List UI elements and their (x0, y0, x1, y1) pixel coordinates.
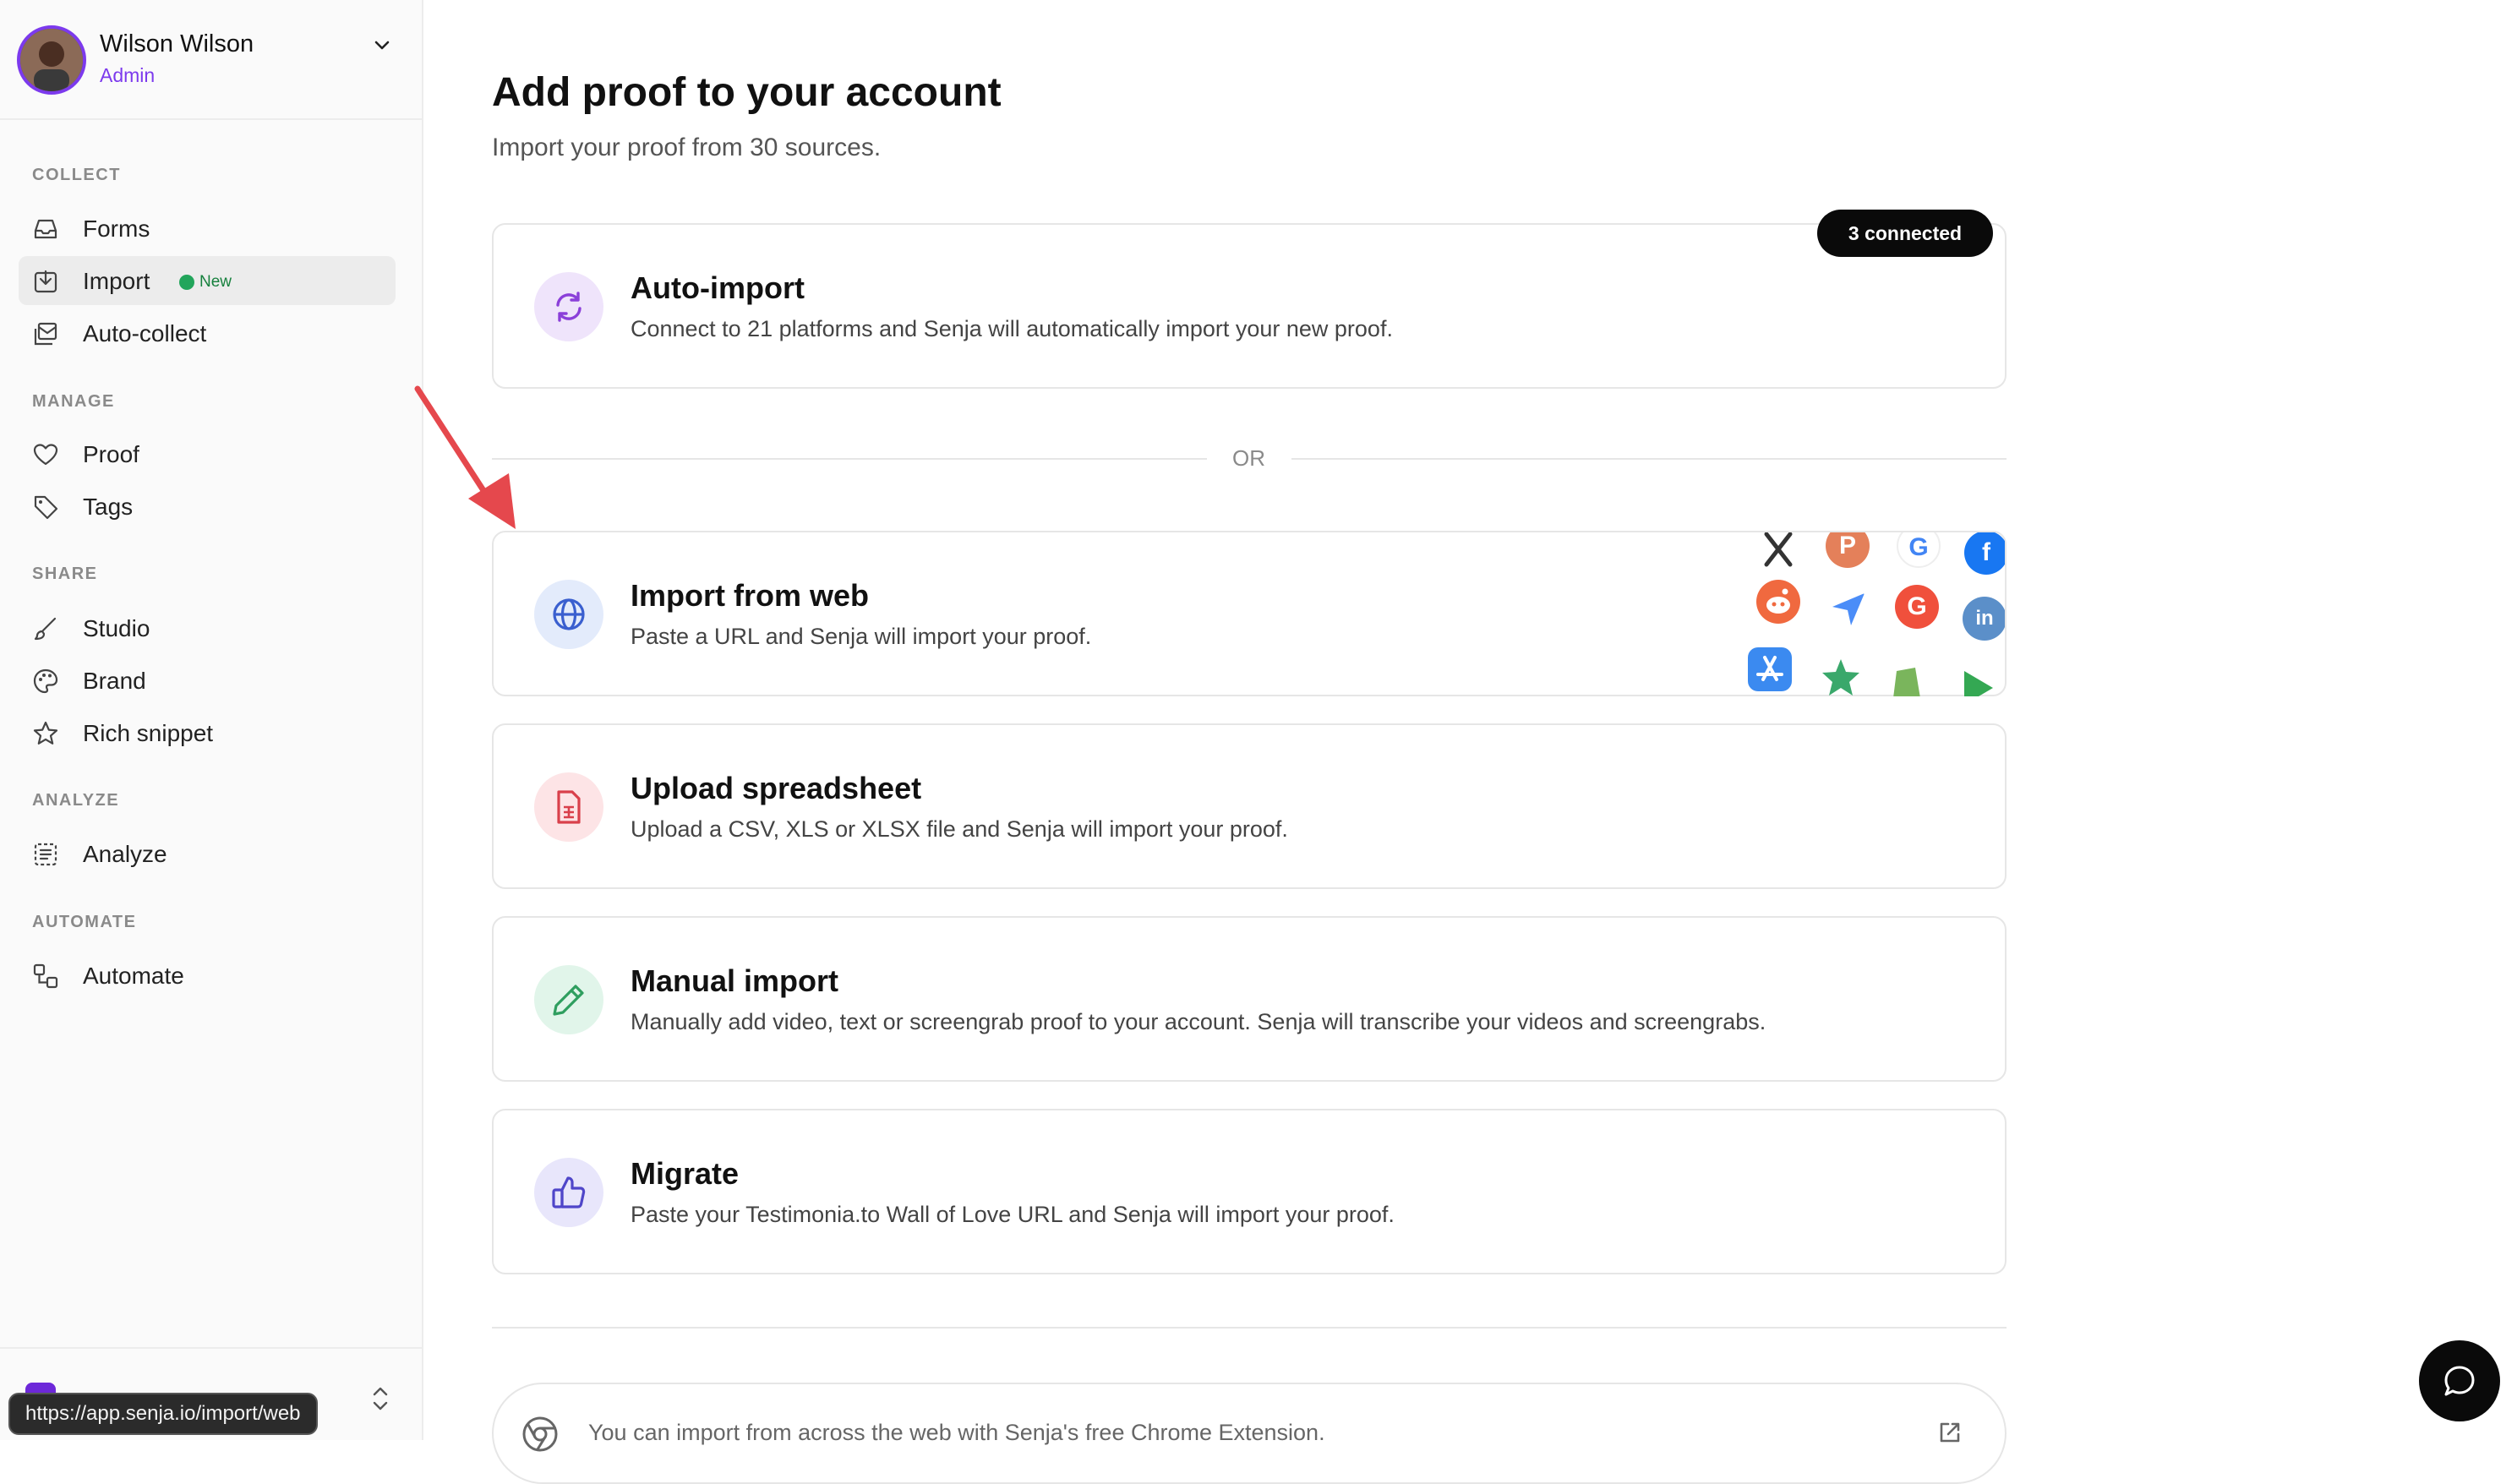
google-icon: G (1897, 532, 1941, 568)
card-title: Auto-import (631, 270, 805, 305)
sidebar-item-label: Tags (83, 494, 134, 520)
upload-spreadsheet-card[interactable]: Upload spreadsheet Upload a CSV, XLS or … (492, 723, 2007, 889)
sidebar-item-label: Import (83, 268, 150, 294)
or-divider-right (1291, 458, 2007, 460)
card-description: Paste a URL and Senja will import your p… (631, 624, 1092, 649)
trustpilot-star-icon (1822, 659, 1859, 696)
spreadsheet-icon-wrap (534, 772, 603, 842)
brush-icon (34, 617, 57, 641)
sidebar-item-proof[interactable]: Proof (19, 429, 396, 478)
g2-icon: G (1895, 585, 1939, 629)
google-play-icon (1964, 671, 1993, 696)
sidebar-item-label: Studio (83, 615, 150, 641)
new-dot-icon (179, 275, 194, 290)
star-icon (33, 721, 58, 745)
sidebar-item-label: Brand (83, 668, 146, 694)
sidebar-item-label: Rich snippet (83, 720, 214, 746)
facebook-icon: f (1964, 532, 2005, 575)
linkedin-icon: in (1963, 597, 2005, 641)
sidebar-item-label: Auto-collect (83, 320, 207, 346)
chrome-extension-banner[interactable]: You can import from across the web with … (492, 1383, 2007, 1484)
heart-icon (33, 444, 58, 466)
import-icon (34, 270, 57, 293)
pencil-icon (553, 985, 584, 1016)
thumbs-up-icon (552, 1176, 586, 1208)
spreadsheet-file-icon (557, 790, 581, 824)
status-url-tooltip: https://app.senja.io/import/web (8, 1393, 318, 1435)
sidebar-item-rich-snippet[interactable]: Rich snippet (19, 708, 396, 757)
sidebar: Wilson Wilson Admin COLLECT Forms Import… (0, 0, 423, 1440)
sidebar-item-brand[interactable]: Brand (19, 656, 396, 705)
sidebar-item-analyze[interactable]: Analyze (19, 829, 396, 878)
section-analyze: ANALYZE (32, 791, 120, 810)
palette-icon (33, 668, 58, 694)
page-title: Add proof to your account (492, 70, 1002, 115)
refresh-icon (556, 292, 581, 322)
chevron-up-down-icon[interactable] (369, 1384, 392, 1413)
section-automate: AUTOMATE (32, 913, 137, 931)
mail-stack-icon (34, 322, 57, 346)
connected-badge: 3 connected (1817, 210, 1993, 257)
card-description: Upload a CSV, XLS or XLSX file and Senja… (631, 816, 1288, 842)
card-title: Manual import (631, 963, 839, 998)
new-badge-label: New (199, 273, 232, 291)
sidebar-item-studio[interactable]: Studio (19, 603, 396, 652)
section-share: SHARE (32, 565, 98, 583)
producthunt-icon: P (1826, 532, 1870, 568)
user-name: Wilson Wilson (100, 30, 254, 57)
section-collect: COLLECT (32, 166, 121, 184)
sidebar-item-forms[interactable]: Forms (19, 204, 396, 253)
page-subtitle: Import your proof from 30 sources. (492, 134, 882, 161)
card-title: Import from web (631, 578, 870, 613)
sidebar-item-auto-collect[interactable]: Auto-collect (19, 308, 396, 357)
globe-icon (553, 598, 585, 630)
import-web-icon-wrap (534, 580, 603, 649)
avatar (17, 25, 86, 95)
migrate-card[interactable]: Migrate Paste your Testimonia.to Wall of… (492, 1109, 2007, 1274)
sidebar-item-label: Proof (83, 441, 139, 467)
chrome-icon (522, 1416, 558, 1452)
new-badge: New (179, 271, 232, 293)
user-menu[interactable]: Wilson Wilson Admin (0, 0, 422, 120)
sidebar-item-label: Forms (83, 216, 150, 242)
section-manage: MANAGE (32, 392, 115, 411)
manual-icon-wrap (534, 965, 603, 1034)
user-role: Admin (100, 64, 156, 86)
chat-bubble-icon (2444, 1366, 2475, 1396)
tag-icon (34, 495, 58, 520)
auto-import-icon-wrap (534, 272, 603, 341)
shopify-icon (1893, 668, 1920, 696)
x-twitter-icon (1764, 532, 1793, 567)
sidebar-item-label: Analyze (83, 841, 167, 867)
sidebar-item-import[interactable]: Import New (19, 256, 396, 305)
inbox-icon (34, 219, 57, 239)
external-link-icon[interactable] (1937, 1420, 1963, 1445)
chat-button[interactable] (2419, 1340, 2500, 1421)
section-divider (492, 1327, 2007, 1329)
migrate-icon-wrap (534, 1158, 603, 1227)
or-label: OR (1232, 445, 1265, 471)
auto-import-card[interactable]: Auto-import Connect to 21 platforms and … (492, 223, 2007, 389)
chrome-extension-text: You can import from across the web with … (588, 1420, 1325, 1445)
workflow-icon (33, 963, 58, 989)
send-icon (1832, 593, 1865, 625)
sidebar-item-label: Automate (83, 963, 184, 989)
card-description: Paste your Testimonia.to Wall of Love UR… (631, 1202, 1395, 1227)
analytics-icon (34, 843, 57, 866)
sidebar-item-automate[interactable]: Automate (19, 951, 396, 1000)
app-store-icon (1748, 647, 1792, 691)
card-description: Manually add video, text or screengrab p… (631, 1009, 1766, 1034)
card-title: Migrate (631, 1156, 740, 1191)
or-divider-left (492, 458, 1207, 460)
reddit-icon (1756, 580, 1800, 624)
sidebar-item-tags[interactable]: Tags (19, 482, 396, 531)
annotation-arrow (414, 385, 516, 529)
card-description: Connect to 21 platforms and Senja will a… (631, 316, 1393, 341)
chevron-down-icon[interactable] (372, 35, 392, 56)
manual-import-card[interactable]: Manual import Manually add video, text o… (492, 916, 2007, 1082)
card-title: Upload spreadsheet (631, 771, 922, 805)
platform-logos: P G f G in (1736, 532, 2005, 696)
